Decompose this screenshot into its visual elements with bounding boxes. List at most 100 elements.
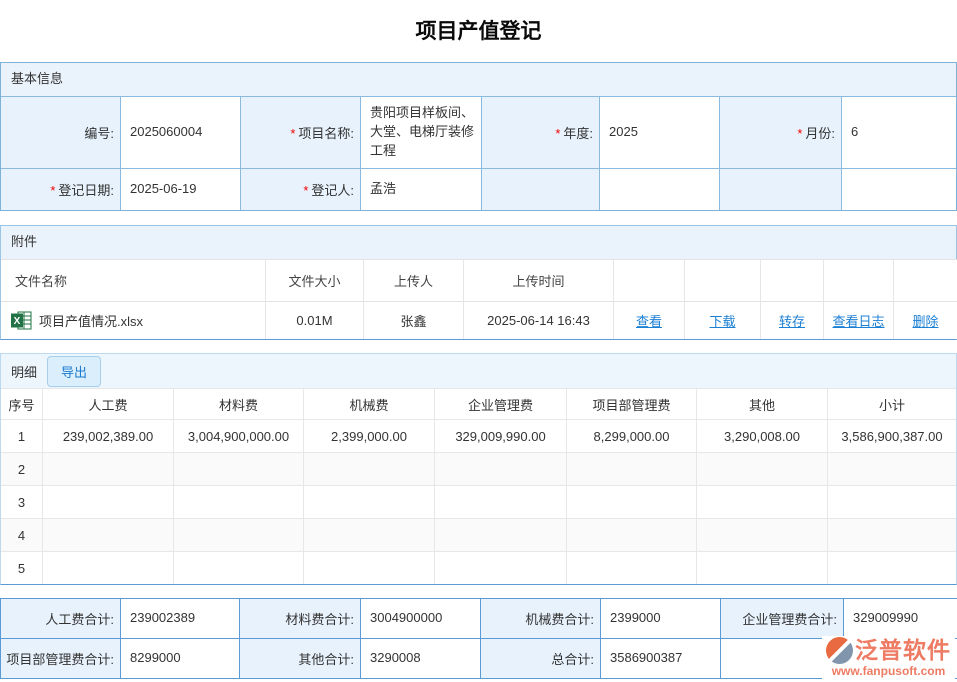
section-title-attachments: 附件 xyxy=(1,226,956,259)
col-upload-time: 上传时间 xyxy=(464,259,614,301)
file-size: 0.01M xyxy=(266,301,364,339)
cell-enterprise-mgmt-cost xyxy=(435,551,567,584)
field-label-text: 月份: xyxy=(805,126,835,141)
field-label-code: 编号: xyxy=(1,96,121,168)
cell-labor-cost xyxy=(43,485,174,518)
cell-material-cost xyxy=(174,452,304,485)
col-file-name: 文件名称 xyxy=(1,259,266,301)
field-value-month: 6 xyxy=(842,96,956,168)
section-title-detail: 明细 xyxy=(11,362,37,381)
cell-machinery-cost xyxy=(304,485,435,518)
field-value-code: 2025060004 xyxy=(121,96,241,168)
detail-row-3: 3 xyxy=(1,485,956,518)
cell-seq: 4 xyxy=(1,518,43,551)
basic-info-row-1: 编号: 2025060004 *项目名称: 贵阳项目样板间、大堂、电梯厅装修工程… xyxy=(1,96,956,168)
file-upload-time: 2025-06-14 16:43 xyxy=(464,301,614,339)
cell-labor-cost xyxy=(43,518,174,551)
attachment-row: X 项目产值情况.xlsx 0.01M 张鑫 2025-06-14 16:43 … xyxy=(1,301,957,339)
cell-material-cost: 3,004,900,000.00 xyxy=(174,419,304,452)
total-value-labor: 239002389 xyxy=(121,599,240,639)
cell-enterprise-mgmt-cost xyxy=(435,518,567,551)
cell-project-dept-mgmt-cost: 8,299,000.00 xyxy=(567,419,697,452)
basic-info-section: 基本信息 编号: 2025060004 *项目名称: 贵阳项目样板间、大堂、电梯… xyxy=(0,62,957,211)
required-asterisk: * xyxy=(290,126,295,141)
cell-machinery-cost: 2,399,000.00 xyxy=(304,419,435,452)
total-label-project-dept-mgmt: 项目部管理费合计: xyxy=(1,639,121,679)
attachments-header-row: 文件名称 文件大小 上传人 上传时间 xyxy=(1,259,957,301)
col-enterprise-mgmt-cost: 企业管理费 xyxy=(435,388,567,419)
total-value-grand: 3586900387 xyxy=(601,639,721,679)
cell-machinery-cost xyxy=(304,452,435,485)
cell-material-cost xyxy=(174,551,304,584)
cell-material-cost xyxy=(174,485,304,518)
col-file-size: 文件大小 xyxy=(266,259,364,301)
field-label-year: *年度: xyxy=(482,96,600,168)
field-label-project-name: *项目名称: xyxy=(241,96,361,168)
cell-subtotal xyxy=(828,518,956,551)
view-link[interactable]: 查看 xyxy=(636,314,662,329)
col-project-dept-mgmt-cost: 项目部管理费 xyxy=(567,388,697,419)
empty-value-cell xyxy=(842,168,956,210)
field-label-text: 编号: xyxy=(84,126,114,141)
total-label-grand: 总合计: xyxy=(481,639,601,679)
cell-project-dept-mgmt-cost xyxy=(567,485,697,518)
detail-row-4: 4 xyxy=(1,518,956,551)
total-label-other: 其他合计: xyxy=(240,639,361,679)
cell-seq: 1 xyxy=(1,419,43,452)
cell-seq: 5 xyxy=(1,551,43,584)
field-label-register-date: *登记日期: xyxy=(1,168,121,210)
download-link[interactable]: 下载 xyxy=(709,314,735,329)
cell-other xyxy=(697,452,828,485)
detail-table: 序号 人工费 材料费 机械费 企业管理费 项目部管理费 其他 小计 1 239,… xyxy=(1,388,956,584)
col-action-blank xyxy=(761,259,824,301)
col-other: 其他 xyxy=(697,388,828,419)
col-subtotal: 小计 xyxy=(828,388,956,419)
cell-material-cost xyxy=(174,518,304,551)
export-button[interactable]: 导出 xyxy=(47,356,101,387)
col-labor-cost: 人工费 xyxy=(43,388,174,419)
col-material-cost: 材料费 xyxy=(174,388,304,419)
detail-section: 明细 导出 序号 人工费 材料费 机械费 企业管理费 项目部管理费 其他 小计 … xyxy=(0,353,957,585)
required-asterisk: * xyxy=(50,183,55,198)
attachments-section: 附件 文件名称 文件大小 上传人 上传时间 xyxy=(0,225,957,340)
cell-subtotal: 3,586,900,387.00 xyxy=(828,419,956,452)
detail-toolbar: 明细 导出 xyxy=(1,354,956,388)
col-action-blank xyxy=(894,259,957,301)
field-label-registrant: *登记人: xyxy=(241,168,361,210)
save-as-link[interactable]: 转存 xyxy=(779,314,805,329)
cell-machinery-cost xyxy=(304,518,435,551)
excel-file-icon: X xyxy=(11,311,32,330)
cell-subtotal xyxy=(828,452,956,485)
brand-url: www.fanpusoft.com xyxy=(826,665,951,677)
brand-logo-icon xyxy=(826,637,853,664)
detail-row-1: 1 239,002,389.00 3,004,900,000.00 2,399,… xyxy=(1,419,956,452)
cell-labor-cost xyxy=(43,452,174,485)
view-log-link[interactable]: 查看日志 xyxy=(832,314,884,329)
total-value-machinery: 2399000 xyxy=(601,599,721,639)
col-uploader: 上传人 xyxy=(364,259,464,301)
cell-labor-cost xyxy=(43,551,174,584)
total-label-material: 材料费合计: xyxy=(240,599,361,639)
watermark: 泛普软件 www.fanpusoft.com xyxy=(822,636,955,679)
page-title: 项目产值登记 xyxy=(0,0,957,62)
cell-labor-cost: 239,002,389.00 xyxy=(43,419,174,452)
brand-name: 泛普软件 xyxy=(855,639,951,662)
cell-machinery-cost xyxy=(304,551,435,584)
basic-info-row-2: *登记日期: 2025-06-19 *登记人: 孟浩 xyxy=(1,168,956,210)
total-value-other: 3290008 xyxy=(361,639,481,679)
delete-link[interactable]: 删除 xyxy=(912,314,938,329)
totals-table: 人工费合计: 239002389 材料费合计: 3004900000 机械费合计… xyxy=(0,598,957,679)
field-value-register-date: 2025-06-19 xyxy=(121,168,241,210)
cell-other xyxy=(697,485,828,518)
total-label-enterprise-mgmt: 企业管理费合计: xyxy=(721,599,844,639)
cell-enterprise-mgmt-cost xyxy=(435,485,567,518)
field-label-text: 年度: xyxy=(563,126,593,141)
cell-subtotal xyxy=(828,485,956,518)
cell-other xyxy=(697,551,828,584)
col-machinery-cost: 机械费 xyxy=(304,388,435,419)
field-value-project-name: 贵阳项目样板间、大堂、电梯厅装修工程 xyxy=(361,96,482,168)
field-label-text: 项目名称: xyxy=(298,126,354,141)
section-title-basic-info: 基本信息 xyxy=(1,63,956,96)
empty-value-cell xyxy=(600,168,720,210)
empty-label-cell xyxy=(482,168,600,210)
